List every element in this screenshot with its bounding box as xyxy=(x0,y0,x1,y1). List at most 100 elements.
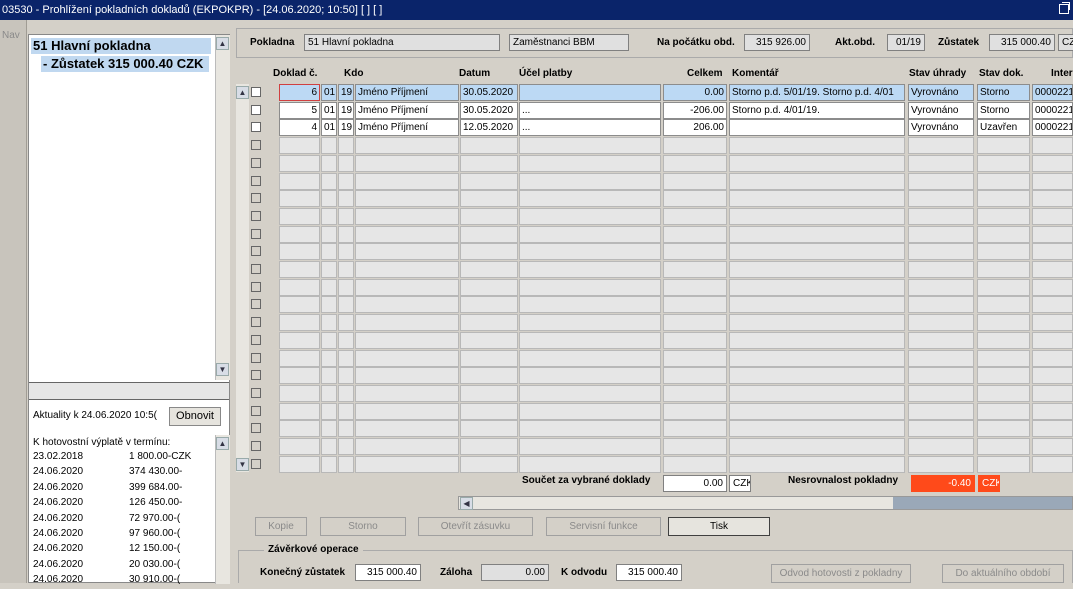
cell-stav-uhrady[interactable] xyxy=(908,261,974,278)
cell-kdo[interactable] xyxy=(355,314,459,332)
row-checkbox[interactable] xyxy=(251,405,261,416)
cell-num[interactable] xyxy=(279,296,320,314)
row-checkbox[interactable] xyxy=(251,441,261,451)
table-row-empty[interactable] xyxy=(250,402,1073,420)
cell-stav-dok[interactable] xyxy=(977,402,1030,420)
cell-stav-uhrady[interactable] xyxy=(908,172,974,190)
cell-datum[interactable] xyxy=(460,384,518,402)
cell-celkem[interactable] xyxy=(663,190,727,208)
table-horizontal-scrollbar[interactable]: ◀ xyxy=(458,496,1073,510)
table-row-empty[interactable] xyxy=(250,367,1073,385)
cell-y[interactable] xyxy=(338,137,354,155)
cell-y[interactable] xyxy=(338,243,354,261)
cell-y[interactable] xyxy=(338,455,354,473)
cell-ucel[interactable]: ... xyxy=(519,119,661,137)
cell-stav-dok[interactable] xyxy=(977,172,1030,190)
cell-kdo[interactable] xyxy=(355,455,459,473)
row-checkbox[interactable] xyxy=(251,228,261,239)
cell-stav-dok[interactable]: Storno xyxy=(977,84,1030,101)
cell-inter[interactable]: 0000221 xyxy=(1032,119,1073,137)
cell-stav-uhrady[interactable] xyxy=(908,243,974,261)
col-stav-dok[interactable]: Stav dok. xyxy=(979,68,1023,79)
cell-p[interactable] xyxy=(321,331,337,349)
cell-inter[interactable] xyxy=(1032,172,1073,190)
cell-kdo[interactable] xyxy=(355,190,459,208)
cell-celkem[interactable] xyxy=(663,207,727,225)
table-row-empty[interactable] xyxy=(250,420,1073,438)
cell-kdo[interactable] xyxy=(355,137,459,155)
cell-y[interactable]: 19 xyxy=(338,84,354,101)
cell-datum[interactable]: 30.05.2020 xyxy=(460,84,518,101)
cell-stav-dok[interactable] xyxy=(977,243,1030,261)
cell-celkem[interactable] xyxy=(663,296,727,314)
cell-stav-uhrady[interactable] xyxy=(908,207,974,225)
cell-ucel[interactable] xyxy=(519,172,661,190)
table-row-empty[interactable] xyxy=(250,225,1073,243)
row-checkbox[interactable] xyxy=(251,175,261,186)
cell-kdo[interactable] xyxy=(355,331,459,349)
cell-stav-uhrady[interactable] xyxy=(908,349,974,367)
cell-komentar[interactable] xyxy=(729,349,905,367)
cell-celkem[interactable] xyxy=(663,349,727,367)
cell-celkem[interactable]: 0.00 xyxy=(663,84,727,101)
tree-item-zustatek[interactable]: - Zůstatek 315 000.40 CZK xyxy=(41,56,209,72)
table-row-empty[interactable] xyxy=(250,384,1073,402)
row-checkbox[interactable] xyxy=(251,334,261,345)
cell-kdo[interactable] xyxy=(355,278,459,296)
cell-ucel[interactable] xyxy=(519,154,661,172)
open-drawer-button[interactable]: Otevřít zásuvku xyxy=(418,517,533,536)
table-row-empty[interactable] xyxy=(250,438,1073,455)
cell-stav-uhrady[interactable] xyxy=(908,438,974,455)
cell-p[interactable] xyxy=(321,261,337,278)
row-checkbox[interactable] xyxy=(251,140,261,151)
cell-num[interactable] xyxy=(279,349,320,367)
cell-ucel[interactable] xyxy=(519,243,661,261)
cell-inter[interactable] xyxy=(1032,278,1073,296)
cell-inter[interactable] xyxy=(1032,207,1073,225)
cell-stav-uhrady[interactable]: Vyrovnáno xyxy=(908,84,974,101)
cell-p[interactable] xyxy=(321,296,337,314)
cell-stav-uhrady[interactable] xyxy=(908,154,974,172)
cell-inter[interactable] xyxy=(1032,438,1073,455)
cell-y[interactable] xyxy=(338,225,354,243)
cell-inter[interactable] xyxy=(1032,190,1073,208)
cell-stav-uhrady[interactable] xyxy=(908,278,974,296)
scroll-up-icon[interactable]: ▲ xyxy=(216,37,229,50)
cell-y[interactable] xyxy=(338,367,354,385)
cell-num[interactable] xyxy=(279,420,320,438)
cell-datum[interactable]: 30.05.2020 xyxy=(460,101,518,119)
row-checkbox[interactable] xyxy=(251,281,261,292)
cell-datum[interactable] xyxy=(460,314,518,332)
scroll-thumb[interactable] xyxy=(893,497,1072,509)
cell-stav-uhrady[interactable] xyxy=(908,420,974,438)
col-ucel[interactable]: Účel platby xyxy=(519,68,572,79)
table-scrollbar[interactable]: ▲ ▼ xyxy=(236,84,249,472)
cell-stav-uhrady[interactable]: Vyrovnáno xyxy=(908,119,974,137)
cell-stav-dok[interactable] xyxy=(977,137,1030,155)
col-datum[interactable]: Datum xyxy=(459,68,490,79)
cell-kdo[interactable] xyxy=(355,438,459,455)
refresh-button[interactable]: Obnovit xyxy=(169,407,221,426)
cell-ucel[interactable] xyxy=(519,331,661,349)
row-checkbox[interactable] xyxy=(251,423,261,434)
row-checkbox[interactable] xyxy=(251,317,261,328)
col-inter[interactable]: Inter xyxy=(1051,68,1073,79)
cell-stav-dok[interactable] xyxy=(977,331,1030,349)
cell-celkem[interactable]: 206.00 xyxy=(663,119,727,137)
cell-stav-dok[interactable] xyxy=(977,420,1030,438)
cash-transfer-button[interactable]: Odvod hotovosti z pokladny xyxy=(771,564,911,583)
storno-button[interactable]: Storno xyxy=(320,517,406,536)
cell-ucel[interactable] xyxy=(519,349,661,367)
cell-ucel[interactable] xyxy=(519,455,661,473)
cell-celkem[interactable] xyxy=(663,384,727,402)
horizontal-scrollbar[interactable] xyxy=(29,382,229,400)
cell-num[interactable] xyxy=(279,172,320,190)
cell-ucel[interactable] xyxy=(519,225,661,243)
cell-stav-uhrady[interactable] xyxy=(908,190,974,208)
cell-inter[interactable] xyxy=(1032,367,1073,385)
row-checkbox[interactable] xyxy=(251,370,261,381)
row-checkbox[interactable] xyxy=(251,87,261,97)
cell-num[interactable]: 4 xyxy=(279,119,320,137)
cell-ucel[interactable] xyxy=(519,296,661,314)
cell-stav-dok[interactable] xyxy=(977,314,1030,332)
